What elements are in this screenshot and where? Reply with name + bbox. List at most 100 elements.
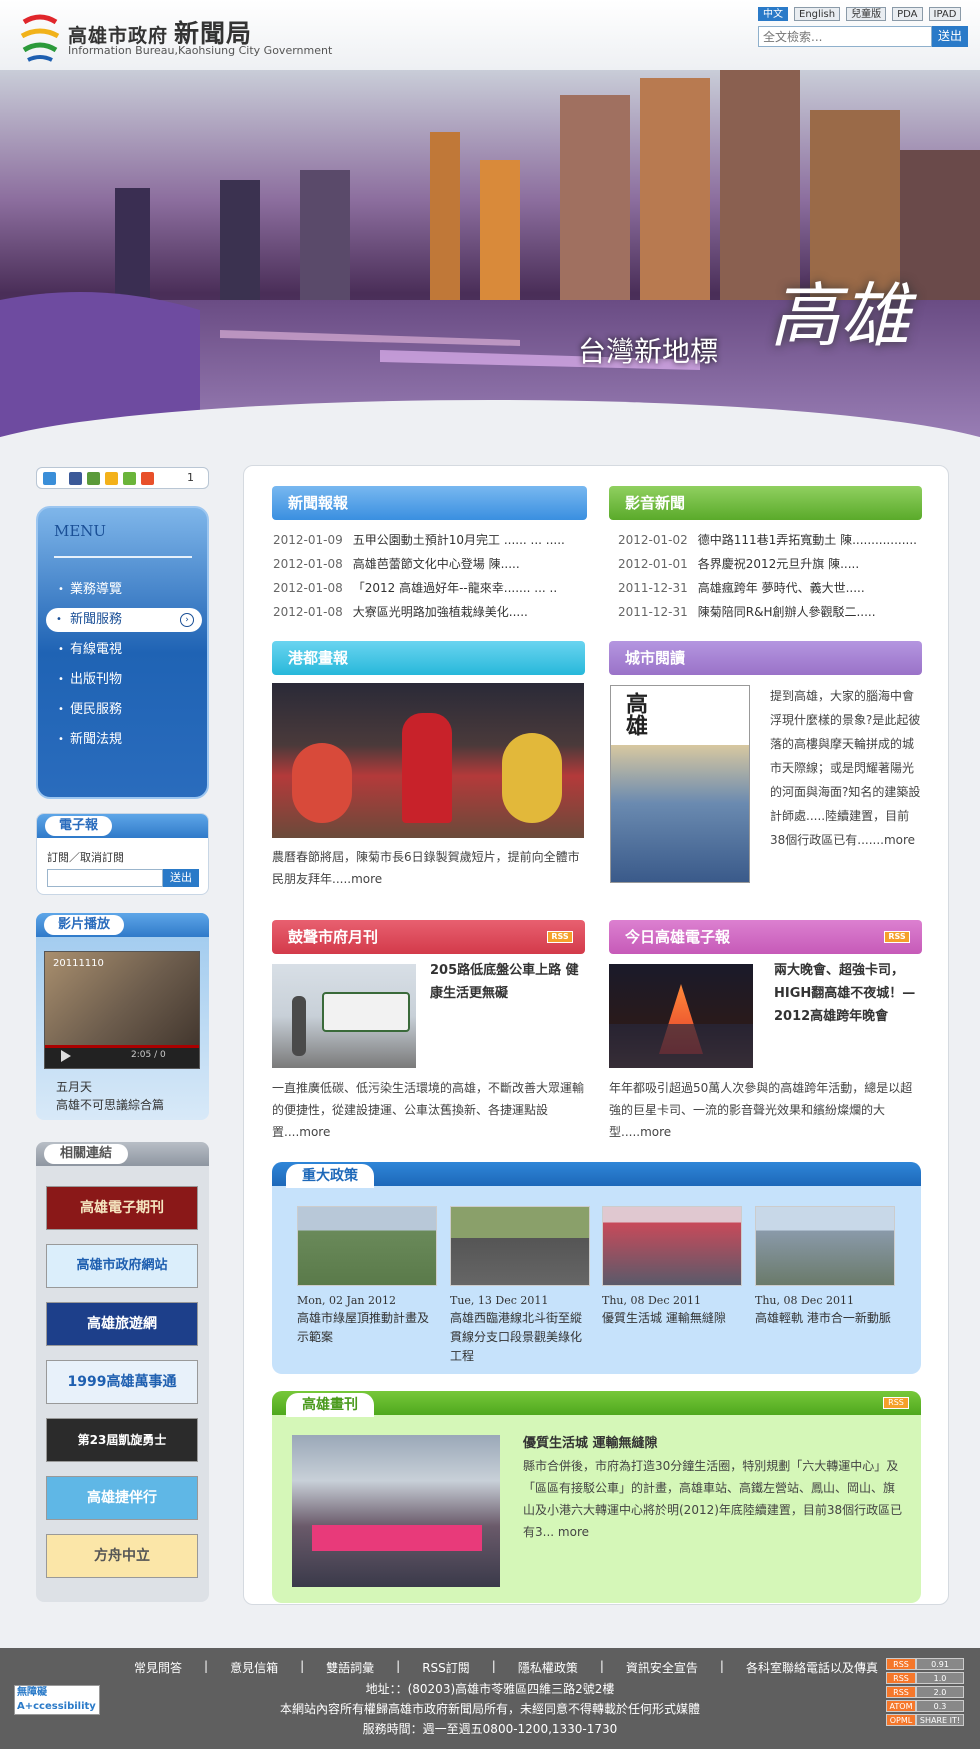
policy-thumbnail: [297, 1206, 437, 1286]
news-section-title[interactable]: 新聞報報: [272, 486, 587, 520]
google-plus-icon[interactable]: [43, 472, 56, 485]
lang-chinese[interactable]: 中文: [758, 7, 788, 21]
video-news-section-title[interactable]: 影音新聞: [609, 486, 922, 520]
policy-item[interactable]: Thu, 08 Dec 2011 優質生活城 運輸無縫隙: [602, 1206, 742, 1328]
lang-ipad[interactable]: IPAD: [928, 7, 962, 21]
news-item[interactable]: 2012-01-08 「2012 高雄過好年--龍來幸....... ... ..: [273, 578, 583, 598]
magazine-headline[interactable]: 優質生活城 運輸無縫隙: [523, 1432, 903, 1455]
magazine-more-link[interactable]: more: [558, 1525, 589, 1539]
footer-link-feedback[interactable]: 意見信箱: [208, 1659, 300, 1676]
policy-date: Thu, 08 Dec 2011: [755, 1294, 854, 1307]
add-icon[interactable]: [141, 472, 154, 485]
banner-city-title: 高雄: [770, 275, 910, 357]
video-news-item[interactable]: 2012-01-01 各界慶祝2012元旦升旗 陳.....: [618, 554, 923, 574]
policy-item[interactable]: Tue, 13 Dec 2011 高雄西臨港線北斗街至縱貫線分支口段景觀美綠化工…: [450, 1206, 590, 1366]
plurk-icon[interactable]: [87, 472, 100, 485]
menu-item-citizen-service[interactable]: 便民服務: [58, 698, 190, 722]
rss-icon[interactable]: RSS: [547, 931, 573, 943]
menu-item-business-guide[interactable]: 業務導覽: [58, 578, 190, 602]
share-count: 1: [187, 471, 194, 484]
monthly-headline[interactable]: 205路低底盤公車上路 健康生活更無礙: [430, 959, 582, 1005]
video-progress-bar[interactable]: [45, 1045, 199, 1048]
related-links-title: 相關連結: [44, 1144, 129, 1164]
accessibility-badge[interactable]: 無障礙 A+ccessibility: [14, 1685, 100, 1715]
city-read-cover[interactable]: 高雄: [610, 685, 750, 883]
link-banner-world-vision[interactable]: 第23屆凱旋勇士: [46, 1418, 198, 1462]
menu-item-regulations[interactable]: 新聞法規: [58, 728, 190, 752]
video-news-item[interactable]: 2011-12-31 陳菊陪同R&H創辦人參觀駁二.....: [618, 602, 923, 622]
harbor-text: 農曆春節將屆，陳菊市長6日錄製賀歲短片，提前向全體市民朋友拜年.....: [272, 850, 580, 886]
enews-headline[interactable]: 兩大晚會、超強卡司，HIGH翻高雄不夜城！—2012高雄跨年晚會: [774, 959, 922, 1028]
news-item[interactable]: 2012-01-08 高雄芭蕾節文化中心登場 陳.....: [273, 554, 583, 574]
news-text: 各界慶祝2012元旦升旗 陳.....: [697, 557, 860, 571]
enews-more-link[interactable]: more: [640, 1125, 671, 1139]
video-caption[interactable]: 五月天 高雄不可思議綜合篇: [56, 1078, 164, 1114]
rss-icon[interactable]: RSS: [883, 1397, 909, 1409]
monthly-section-title[interactable]: 鼓聲市府月刊 RSS: [272, 920, 585, 954]
link-banner-metro[interactable]: 高雄捷伴行: [46, 1476, 198, 1520]
footer-address: 地址：：(80203)高雄市苓雅區四維三路2號2樓: [365, 1682, 615, 1696]
magazine-panel: 高雄畫刊 RSS 優質生活城 運輸無縫隙 縣市合併後，市府為打造30分鐘生活圈，…: [272, 1391, 921, 1603]
footer-link-contacts[interactable]: 各科室聯絡電話以及傳真: [724, 1659, 900, 1676]
news-item[interactable]: 2012-01-09 五甲公園動土預計10月完工 ...... ... .....: [273, 530, 583, 550]
link-banner-ark[interactable]: 方舟中立: [46, 1534, 198, 1578]
news-text: 德中路111巷1弄拓寬動土 陳.................: [697, 533, 917, 547]
link-banner-1999[interactable]: 1999高雄萬事通: [46, 1360, 198, 1404]
monthly-more-link[interactable]: more: [299, 1125, 330, 1139]
harbor-photo[interactable]: [272, 683, 584, 838]
feed-kind: OPML: [886, 1714, 916, 1726]
video-time: 2:05 / 0: [131, 1050, 166, 1060]
policy-header: 重大政策: [272, 1162, 921, 1188]
monthly-photo[interactable]: [272, 964, 416, 1068]
google-icon[interactable]: [123, 472, 136, 485]
rss-icon[interactable]: RSS: [884, 931, 910, 943]
epaper-email-field[interactable]: [47, 869, 163, 887]
news-text: 陳菊陪同R&H創辦人參觀駁二.....: [697, 605, 876, 619]
lang-kids[interactable]: 兒童版: [846, 7, 887, 21]
policy-item[interactable]: Mon, 02 Jan 2012 高雄市綠屋頂推動計畫及示範案: [297, 1206, 437, 1347]
lang-english[interactable]: English: [794, 7, 841, 21]
epaper-submit-button[interactable]: 送出: [163, 869, 199, 887]
kaohsiung-logo-icon[interactable]: [18, 12, 62, 64]
footer-link-security[interactable]: 資訊安全宣告: [604, 1659, 720, 1676]
video-news-item[interactable]: 2012-01-02 德中路111巷1弄拓寬動土 陳...............…: [618, 530, 923, 550]
menu-item-cable-tv[interactable]: 有線電視: [58, 638, 190, 662]
footer-links: 常見問答 | 意見信箱 | 雙語詞彙 | RSS訂閱 | 隱私權政策 | 資訊安全宣告 | …: [112, 1659, 878, 1676]
enews-section-title[interactable]: 今日高雄電子報 RSS: [609, 920, 922, 954]
link-banner-city-gov[interactable]: 高雄市政府網站: [46, 1244, 198, 1288]
rss-091-badge[interactable]: RSS 0.91: [886, 1658, 966, 1670]
bookmark-star-icon[interactable]: [105, 472, 118, 485]
menu-item-news-service[interactable]: 新聞服務 ›: [46, 608, 202, 632]
video-news-item[interactable]: 2011-12-31 高雄瘋跨年 夢時代、義大世.....: [618, 578, 923, 598]
footer-link-rss[interactable]: RSS訂閱: [400, 1659, 492, 1676]
rss-20-badge[interactable]: RSS 2.0: [886, 1686, 966, 1698]
enews-summary: 年年都吸引超過50萬人次參與的高雄跨年活動，總是以超強的巨星卡司、一流的影音聲光…: [609, 1077, 922, 1143]
magazine-photo[interactable]: [292, 1435, 500, 1587]
news-item[interactable]: 2012-01-08 大寮區光明路加強植栽綠美化.....: [273, 602, 583, 622]
facebook-icon[interactable]: [69, 472, 82, 485]
search-input[interactable]: [758, 26, 932, 47]
footer-link-privacy[interactable]: 隱私權政策: [496, 1659, 600, 1676]
harbor-section-title[interactable]: 港都畫報: [272, 641, 585, 675]
play-icon[interactable]: [61, 1050, 71, 1062]
policy-date: Thu, 08 Dec 2011: [602, 1294, 701, 1307]
link-banner-travel[interactable]: 高雄旅遊網: [46, 1302, 198, 1346]
opml-badge[interactable]: OPML SHARE IT!: [886, 1714, 966, 1726]
policy-text: 高雄市綠屋頂推動計畫及示範案: [297, 1311, 430, 1344]
footer-link-faq[interactable]: 常見問答: [112, 1659, 204, 1676]
feed-version: 2.0: [916, 1686, 964, 1698]
policy-item[interactable]: Thu, 08 Dec 2011 高雄輕軌 港市合一新動脈: [755, 1206, 895, 1328]
rss-10-badge[interactable]: RSS 1.0: [886, 1672, 966, 1684]
harbor-more-link[interactable]: more: [351, 872, 382, 886]
city-read-more-link[interactable]: more: [884, 833, 915, 847]
search-button[interactable]: 送出: [932, 26, 968, 47]
video-player[interactable]: 20111110 2:05 / 0: [44, 951, 200, 1069]
lang-pda[interactable]: PDA: [892, 7, 923, 21]
footer-link-glossary[interactable]: 雙語詞彙: [304, 1659, 396, 1676]
link-banner-epublication[interactable]: 高雄電子期刊: [46, 1186, 198, 1230]
cover-title: 高雄: [622, 692, 648, 736]
enews-photo[interactable]: [609, 964, 753, 1068]
menu-item-publications[interactable]: 出版刊物: [58, 668, 190, 692]
atom-badge[interactable]: ATOM 0.3: [886, 1700, 966, 1712]
city-read-section-title[interactable]: 城市閱讀: [609, 641, 922, 675]
